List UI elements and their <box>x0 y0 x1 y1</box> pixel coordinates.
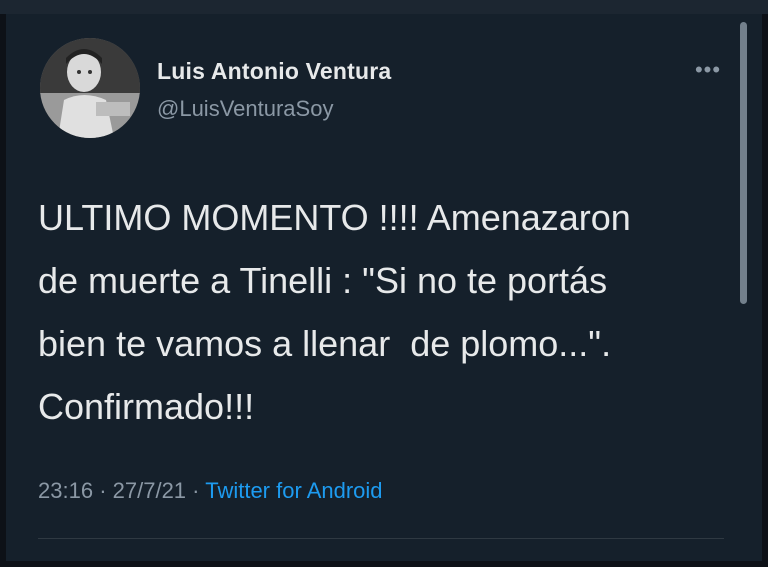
divider <box>38 538 724 539</box>
tweet-text: ULTIMO MOMENTO !!!! Amenazaron de muerte… <box>38 197 631 427</box>
avatar[interactable] <box>40 38 140 138</box>
meta-separator: · <box>99 478 107 503</box>
more-horizontal-icon: ••• <box>694 57 722 82</box>
more-options-button[interactable]: ••• <box>688 57 728 82</box>
scrollbar[interactable] <box>740 22 747 304</box>
top-bar <box>0 0 768 14</box>
tweet-time[interactable]: 23:16 <box>38 478 93 503</box>
meta-separator-2: · <box>192 478 200 503</box>
author-name[interactable]: Luis Antonio Ventura <box>157 58 391 85</box>
tweet-card: Luis Antonio Ventura @LuisVenturaSoy •••… <box>0 0 768 567</box>
tweet-date[interactable]: 27/7/21 <box>113 478 186 503</box>
author-handle[interactable]: @LuisVenturaSoy <box>157 96 333 122</box>
tweet-source[interactable]: Twitter for Android <box>205 478 382 503</box>
tweet-meta: 23:16 · 27/7/21 · Twitter for Android <box>38 478 383 504</box>
avatar-photo <box>40 38 140 138</box>
